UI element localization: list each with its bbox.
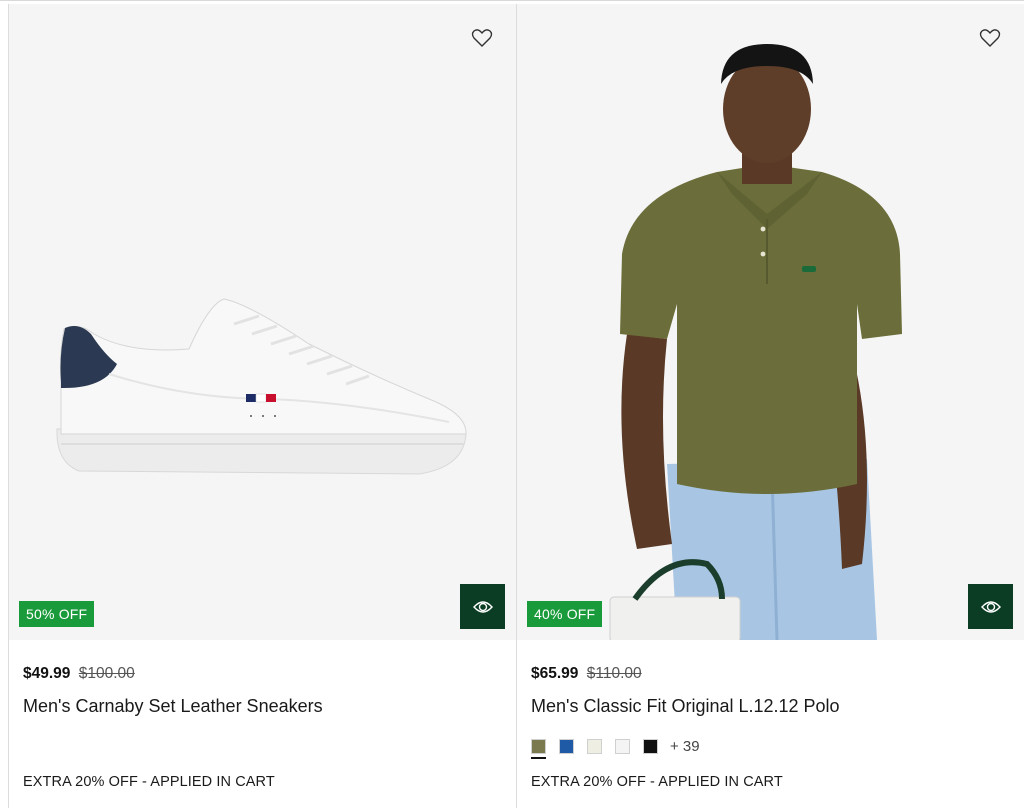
wishlist-heart-icon[interactable] bbox=[978, 26, 1002, 50]
product-title[interactable]: Men's Carnaby Set Leather Sneakers bbox=[23, 696, 323, 717]
color-swatch-olive[interactable] bbox=[531, 738, 546, 759]
product-image-area[interactable]: 50% OFF bbox=[9, 4, 516, 640]
original-price: $100.00 bbox=[78, 665, 135, 682]
color-swatch-cream[interactable] bbox=[587, 738, 602, 754]
product-card-polo[interactable]: 40% OFF $65.99 $110.00 Men's Classic Fit… bbox=[517, 4, 1024, 808]
discount-badge: 50% OFF bbox=[19, 601, 95, 627]
price-row: $49.99 $100.00 bbox=[23, 665, 135, 683]
product-card-sneakers[interactable]: 50% OFF $49.99 $100.00 Men's Carnaby Set… bbox=[9, 4, 516, 808]
product-image-area[interactable]: 40% OFF bbox=[517, 4, 1024, 640]
product-title[interactable]: Men's Classic Fit Original L.12.12 Polo bbox=[531, 696, 840, 717]
promo-text: EXTRA 20% OFF - APPLIED IN CART bbox=[531, 774, 783, 790]
more-colors-link[interactable]: + 39 bbox=[670, 738, 700, 755]
product-grid: 50% OFF $49.99 $100.00 Men's Carnaby Set… bbox=[0, 0, 1024, 808]
quick-view-button[interactable] bbox=[968, 584, 1013, 629]
promo-text: EXTRA 20% OFF - APPLIED IN CART bbox=[23, 774, 275, 790]
eye-icon bbox=[472, 600, 493, 613]
wishlist-heart-icon[interactable] bbox=[470, 26, 494, 50]
original-price: $110.00 bbox=[586, 665, 642, 682]
quick-view-button[interactable] bbox=[460, 584, 505, 629]
sale-price: $49.99 bbox=[23, 665, 71, 682]
color-swatch-black[interactable] bbox=[643, 738, 658, 754]
price-row: $65.99 $110.00 bbox=[531, 665, 642, 683]
product-image-sneaker[interactable] bbox=[9, 4, 516, 640]
color-swatch-blue[interactable] bbox=[559, 738, 574, 754]
color-swatch-white[interactable] bbox=[615, 738, 630, 754]
discount-badge: 40% OFF bbox=[527, 601, 603, 627]
eye-icon bbox=[980, 600, 1001, 613]
product-image-model-polo[interactable] bbox=[517, 4, 1024, 640]
color-swatches: + 39 bbox=[531, 734, 700, 759]
sale-price: $65.99 bbox=[531, 665, 579, 682]
